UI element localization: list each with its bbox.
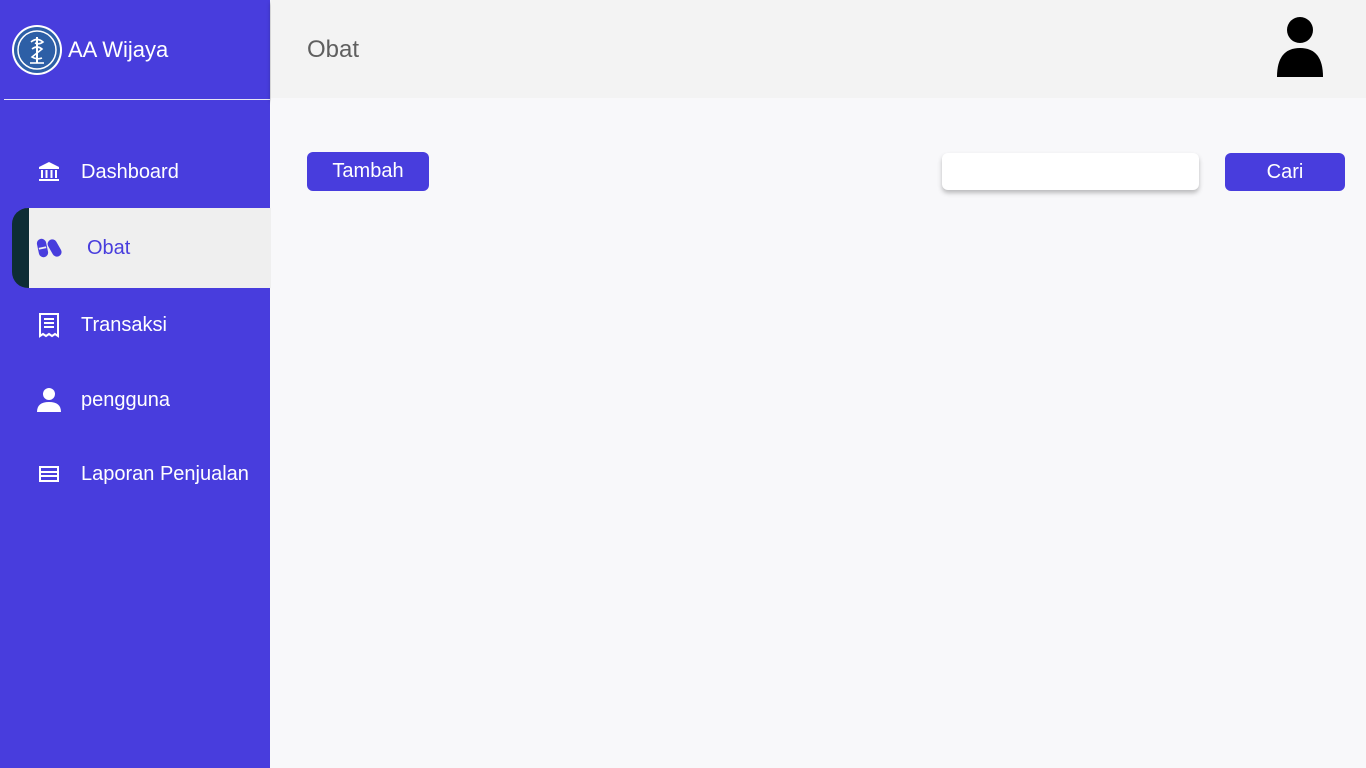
- pills-icon: [36, 235, 62, 261]
- sidebar-item-obat[interactable]: Obat: [12, 208, 271, 288]
- sidebar: AA Wijaya Dashboard Obat Transaksi pengg…: [0, 0, 271, 768]
- sidebar-item-dashboard[interactable]: Dashboard: [0, 152, 270, 192]
- page-title: Obat: [307, 36, 360, 63]
- caduceus-icon: [12, 25, 62, 75]
- user-icon: [36, 387, 62, 413]
- bank-icon: [36, 159, 62, 185]
- sidebar-item-label: pengguna: [81, 388, 170, 411]
- sidebar-item-label: Dashboard: [81, 160, 179, 183]
- sidebar-item-pengguna[interactable]: pengguna: [0, 380, 270, 420]
- search-button[interactable]: Cari: [1225, 153, 1345, 191]
- sidebar-item-transaksi[interactable]: Transaksi: [0, 305, 270, 345]
- sidebar-item-laporan-penjualan[interactable]: Laporan Penjualan: [0, 454, 270, 494]
- sidebar-item-label: Laporan Penjualan: [81, 462, 249, 485]
- main-content: Tambah Cari: [271, 98, 1366, 768]
- sidebar-item-label: Obat: [87, 236, 131, 259]
- brand-divider: [4, 99, 270, 100]
- report-icon: [36, 461, 62, 487]
- brand-name: AA Wijaya: [68, 37, 169, 62]
- user-avatar-icon[interactable]: [1274, 16, 1326, 78]
- receipt-icon: [36, 312, 62, 338]
- search-input[interactable]: [942, 153, 1199, 190]
- sidebar-item-label: Transaksi: [81, 313, 167, 336]
- header: Obat: [271, 0, 1366, 98]
- add-button[interactable]: Tambah: [307, 152, 429, 191]
- brand: AA Wijaya: [0, 0, 270, 100]
